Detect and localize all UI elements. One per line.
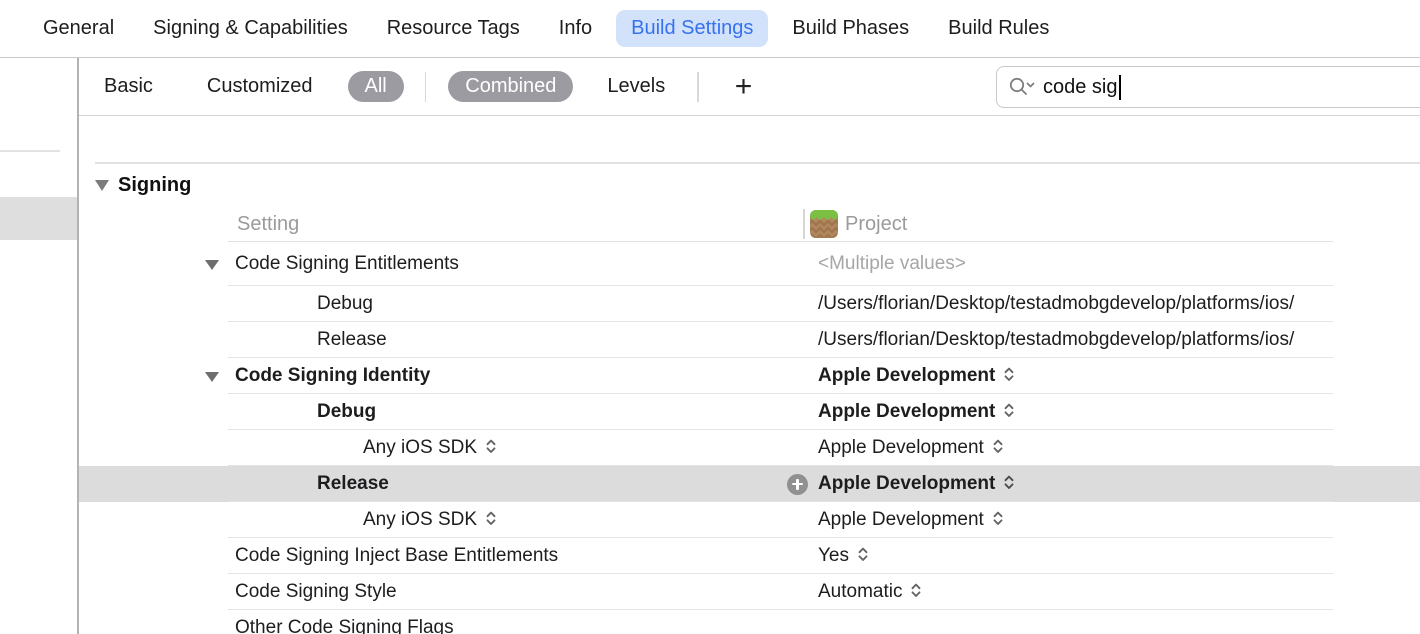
setting-label: Other Code Signing Flags bbox=[235, 610, 454, 634]
config-label: Debug bbox=[317, 394, 376, 430]
sidebar-selected-item[interactable] bbox=[0, 197, 77, 240]
sdk-label-dropdown[interactable]: Any iOS SDK bbox=[363, 502, 498, 538]
view-combined[interactable]: Combined bbox=[448, 71, 573, 102]
section-header-signing[interactable]: Signing bbox=[95, 174, 191, 197]
value-text: Apple Development bbox=[818, 401, 995, 422]
table-row[interactable]: Other Code Signing Flags bbox=[79, 610, 1420, 634]
table-row[interactable]: Debug Apple Development bbox=[79, 394, 1420, 430]
toolbar-divider bbox=[697, 72, 699, 102]
disclosure-triangle-icon[interactable] bbox=[205, 372, 219, 382]
project-icon bbox=[810, 210, 838, 238]
value-text: Apple Development bbox=[818, 509, 984, 530]
sidebar-divider bbox=[0, 150, 60, 152]
table-row[interactable]: Code Signing Identity Apple Development bbox=[79, 358, 1420, 394]
value-text: Automatic bbox=[818, 581, 902, 602]
add-setting-button[interactable]: + bbox=[735, 73, 753, 101]
value-text: Apple Development bbox=[818, 473, 995, 494]
setting-value-dropdown[interactable]: Yes bbox=[818, 538, 870, 574]
section-top-divider bbox=[95, 162, 1420, 164]
search-input[interactable]: code sig bbox=[996, 66, 1420, 108]
table-row[interactable]: Debug /Users/florian/Desktop/testadmobgd… bbox=[79, 286, 1420, 322]
column-header-setting[interactable]: Setting bbox=[237, 206, 299, 242]
value-text: Yes bbox=[818, 545, 849, 566]
navigator-sidebar-strip bbox=[0, 58, 77, 634]
setting-value[interactable]: /Users/florian/Desktop/testadmobgdevelop… bbox=[818, 322, 1294, 358]
tab-build-phases[interactable]: Build Phases bbox=[792, 17, 909, 40]
value-text: Any iOS SDK bbox=[363, 509, 477, 530]
setting-label: Code Signing Inject Base Entitlements bbox=[235, 538, 558, 574]
value-text: Apple Development bbox=[818, 365, 995, 386]
stepper-chevrons-icon bbox=[1002, 474, 1016, 491]
editor-tab-bar: General Signing & Capabilities Resource … bbox=[0, 0, 1420, 58]
filter-all[interactable]: All bbox=[348, 71, 404, 102]
build-settings-toolbar: Basic Customized All Combined Levels + c… bbox=[79, 58, 1420, 116]
stepper-chevrons-icon bbox=[1002, 366, 1016, 383]
stepper-chevrons-icon bbox=[856, 546, 870, 563]
tab-general[interactable]: General bbox=[43, 17, 114, 40]
value-text: Apple Development bbox=[818, 437, 984, 458]
tab-build-rules[interactable]: Build Rules bbox=[948, 17, 1049, 40]
setting-value[interactable]: /Users/florian/Desktop/testadmobgdevelop… bbox=[818, 286, 1294, 322]
add-value-button[interactable] bbox=[787, 474, 808, 495]
stepper-chevrons-icon bbox=[991, 510, 1005, 527]
filter-basic[interactable]: Basic bbox=[104, 75, 153, 98]
setting-label: Code Signing Style bbox=[235, 574, 397, 610]
toolbar-divider bbox=[425, 72, 427, 102]
setting-label: Code Signing Identity bbox=[235, 358, 430, 394]
tab-info[interactable]: Info bbox=[559, 17, 592, 40]
column-divider[interactable] bbox=[803, 209, 805, 239]
tab-signing-capabilities[interactable]: Signing & Capabilities bbox=[153, 17, 348, 40]
setting-label: Code Signing Entitlements bbox=[235, 242, 459, 286]
view-levels[interactable]: Levels bbox=[607, 75, 665, 98]
stepper-chevrons-icon bbox=[991, 438, 1005, 455]
filter-customized[interactable]: Customized bbox=[207, 75, 313, 98]
build-settings-table: Signing Setting Project Code Signing Ent… bbox=[79, 116, 1420, 634]
setting-value-dropdown[interactable]: Apple Development bbox=[818, 358, 1016, 394]
disclosure-triangle-icon[interactable] bbox=[95, 180, 109, 191]
table-row[interactable]: Any iOS SDK Apple Development bbox=[79, 502, 1420, 538]
stepper-chevrons-icon bbox=[1002, 402, 1016, 419]
sdk-label-dropdown[interactable]: Any iOS SDK bbox=[363, 430, 498, 466]
setting-value-dropdown[interactable]: Apple Development bbox=[818, 394, 1016, 430]
table-header-row: Setting Project bbox=[79, 206, 1420, 242]
table-row[interactable]: Code Signing Entitlements <Multiple valu… bbox=[79, 242, 1420, 286]
table-row-selected[interactable]: Release Apple Development bbox=[79, 466, 1420, 502]
column-header-project: Project bbox=[845, 206, 907, 242]
setting-value-dropdown[interactable]: Apple Development bbox=[818, 466, 1016, 502]
table-row[interactable]: Code Signing Style Automatic bbox=[79, 574, 1420, 610]
stepper-chevrons-icon bbox=[484, 510, 498, 527]
config-label: Release bbox=[317, 466, 389, 502]
table-row[interactable]: Any iOS SDK Apple Development bbox=[79, 430, 1420, 466]
config-label: Release bbox=[317, 322, 387, 358]
tab-resource-tags[interactable]: Resource Tags bbox=[387, 17, 520, 40]
table-body: Code Signing Entitlements <Multiple valu… bbox=[79, 242, 1420, 634]
setting-value-dropdown[interactable]: Apple Development bbox=[818, 502, 1005, 538]
section-title: Signing bbox=[118, 174, 191, 197]
table-row[interactable]: Code Signing Inject Base Entitlements Ye… bbox=[79, 538, 1420, 574]
setting-value-dropdown[interactable]: Automatic bbox=[818, 574, 923, 610]
config-label: Debug bbox=[317, 286, 373, 322]
table-row[interactable]: Release /Users/florian/Desktop/testadmob… bbox=[79, 322, 1420, 358]
text-caret bbox=[1119, 75, 1121, 100]
setting-value-dropdown[interactable]: Apple Development bbox=[818, 430, 1005, 466]
search-query-text: code sig bbox=[1043, 76, 1118, 99]
setting-value[interactable]: <Multiple values> bbox=[818, 242, 966, 286]
tab-build-settings[interactable]: Build Settings bbox=[616, 10, 768, 47]
search-icon bbox=[1008, 76, 1035, 98]
disclosure-triangle-icon[interactable] bbox=[205, 260, 219, 270]
stepper-chevrons-icon bbox=[909, 582, 923, 599]
value-text: Any iOS SDK bbox=[363, 437, 477, 458]
stepper-chevrons-icon bbox=[484, 438, 498, 455]
